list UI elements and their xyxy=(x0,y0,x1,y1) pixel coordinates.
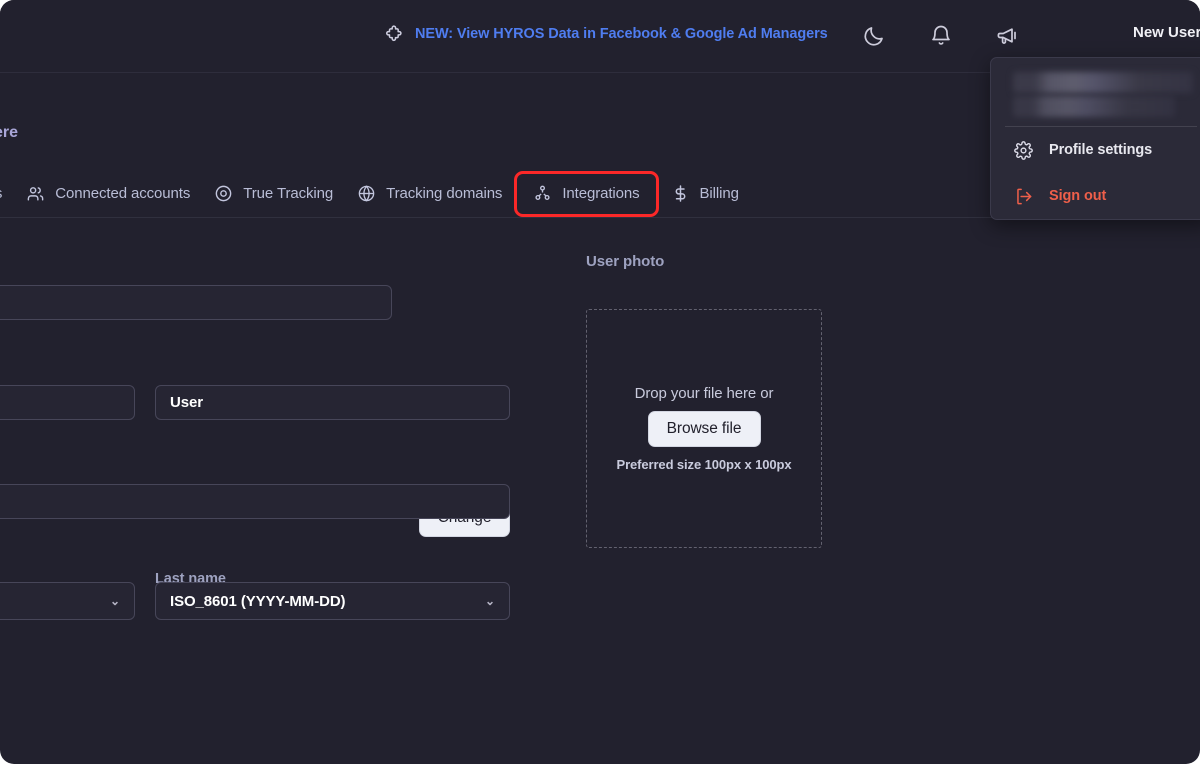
browse-file-button[interactable]: Browse file xyxy=(647,411,761,447)
tab-tracking-domains[interactable]: Tracking domains xyxy=(345,174,514,214)
promo-banner-text: NEW: View HYROS Data in Facebook & Googl… xyxy=(415,26,828,42)
tab-true-tracking[interactable]: True Tracking xyxy=(202,174,345,214)
dollar-icon xyxy=(671,184,690,203)
tab-label: Tracking domains xyxy=(386,185,503,202)
preferred-size-hint: Preferred size 100px x 100px xyxy=(616,457,792,472)
share-nodes-icon xyxy=(533,184,552,203)
dropdown-user-info-redacted xyxy=(991,58,1200,126)
dropzone-instruction: Drop your file here or xyxy=(634,385,774,402)
menu-item-profile-settings[interactable]: Profile settings xyxy=(991,127,1200,173)
email-input[interactable] xyxy=(0,285,392,320)
user-name-label[interactable]: New User xyxy=(1133,24,1200,41)
redacted-user-name xyxy=(1013,72,1193,93)
tab-label: Billing xyxy=(699,185,739,202)
profile-dropdown-menu: Profile settings Sign out xyxy=(990,57,1200,220)
menu-item-label: Sign out xyxy=(1049,188,1107,204)
menu-item-sign-out[interactable]: Sign out xyxy=(991,173,1200,219)
chevron-down-icon: ⌄ xyxy=(110,594,120,608)
dark-mode-icon[interactable] xyxy=(860,22,888,50)
notifications-bell-icon[interactable] xyxy=(927,22,955,50)
gear-icon xyxy=(1013,140,1033,160)
last-name-input[interactable]: User xyxy=(155,385,510,420)
tab-label: Integrations xyxy=(562,185,640,202)
tab-label: True Tracking xyxy=(243,185,334,202)
people-icon xyxy=(26,184,45,203)
password-input[interactable] xyxy=(0,484,510,519)
sign-out-icon xyxy=(1013,186,1033,206)
tab-billing[interactable]: Billing xyxy=(659,174,751,214)
redacted-user-email xyxy=(1013,96,1175,117)
puzzle-icon xyxy=(384,24,404,44)
header-icon-group xyxy=(860,22,1022,50)
tab-connected-accounts[interactable]: Connected accounts xyxy=(14,174,202,214)
tab-users[interactable]: rs xyxy=(0,174,14,214)
photo-dropzone[interactable]: Drop your file here or Browse file Prefe… xyxy=(586,309,822,548)
time-format-select[interactable]: ISO_8601 (YYYY-MM-DD) ⌄ xyxy=(155,582,510,620)
menu-item-label: Profile settings xyxy=(1049,142,1153,158)
chevron-down-icon: ⌄ xyxy=(485,594,495,608)
promo-banner-link[interactable]: NEW: View HYROS Data in Facebook & Googl… xyxy=(384,24,828,44)
page-title: ere xyxy=(0,124,19,141)
first-name-input[interactable] xyxy=(0,385,135,420)
timezone-select[interactable]: d Time ⌄ xyxy=(0,582,135,620)
tab-label: rs xyxy=(0,185,2,202)
tab-integrations[interactable]: Integrations xyxy=(514,170,659,217)
announcements-megaphone-icon[interactable] xyxy=(994,22,1022,50)
tab-label: Connected accounts xyxy=(55,185,191,202)
globe-icon xyxy=(357,184,376,203)
user-photo-label: User photo xyxy=(586,253,665,270)
target-icon xyxy=(214,184,233,203)
time-format-value: ISO_8601 (YYYY-MM-DD) xyxy=(170,592,346,610)
app-window: NEW: View HYROS Data in Facebook & Googl… xyxy=(0,0,1200,764)
